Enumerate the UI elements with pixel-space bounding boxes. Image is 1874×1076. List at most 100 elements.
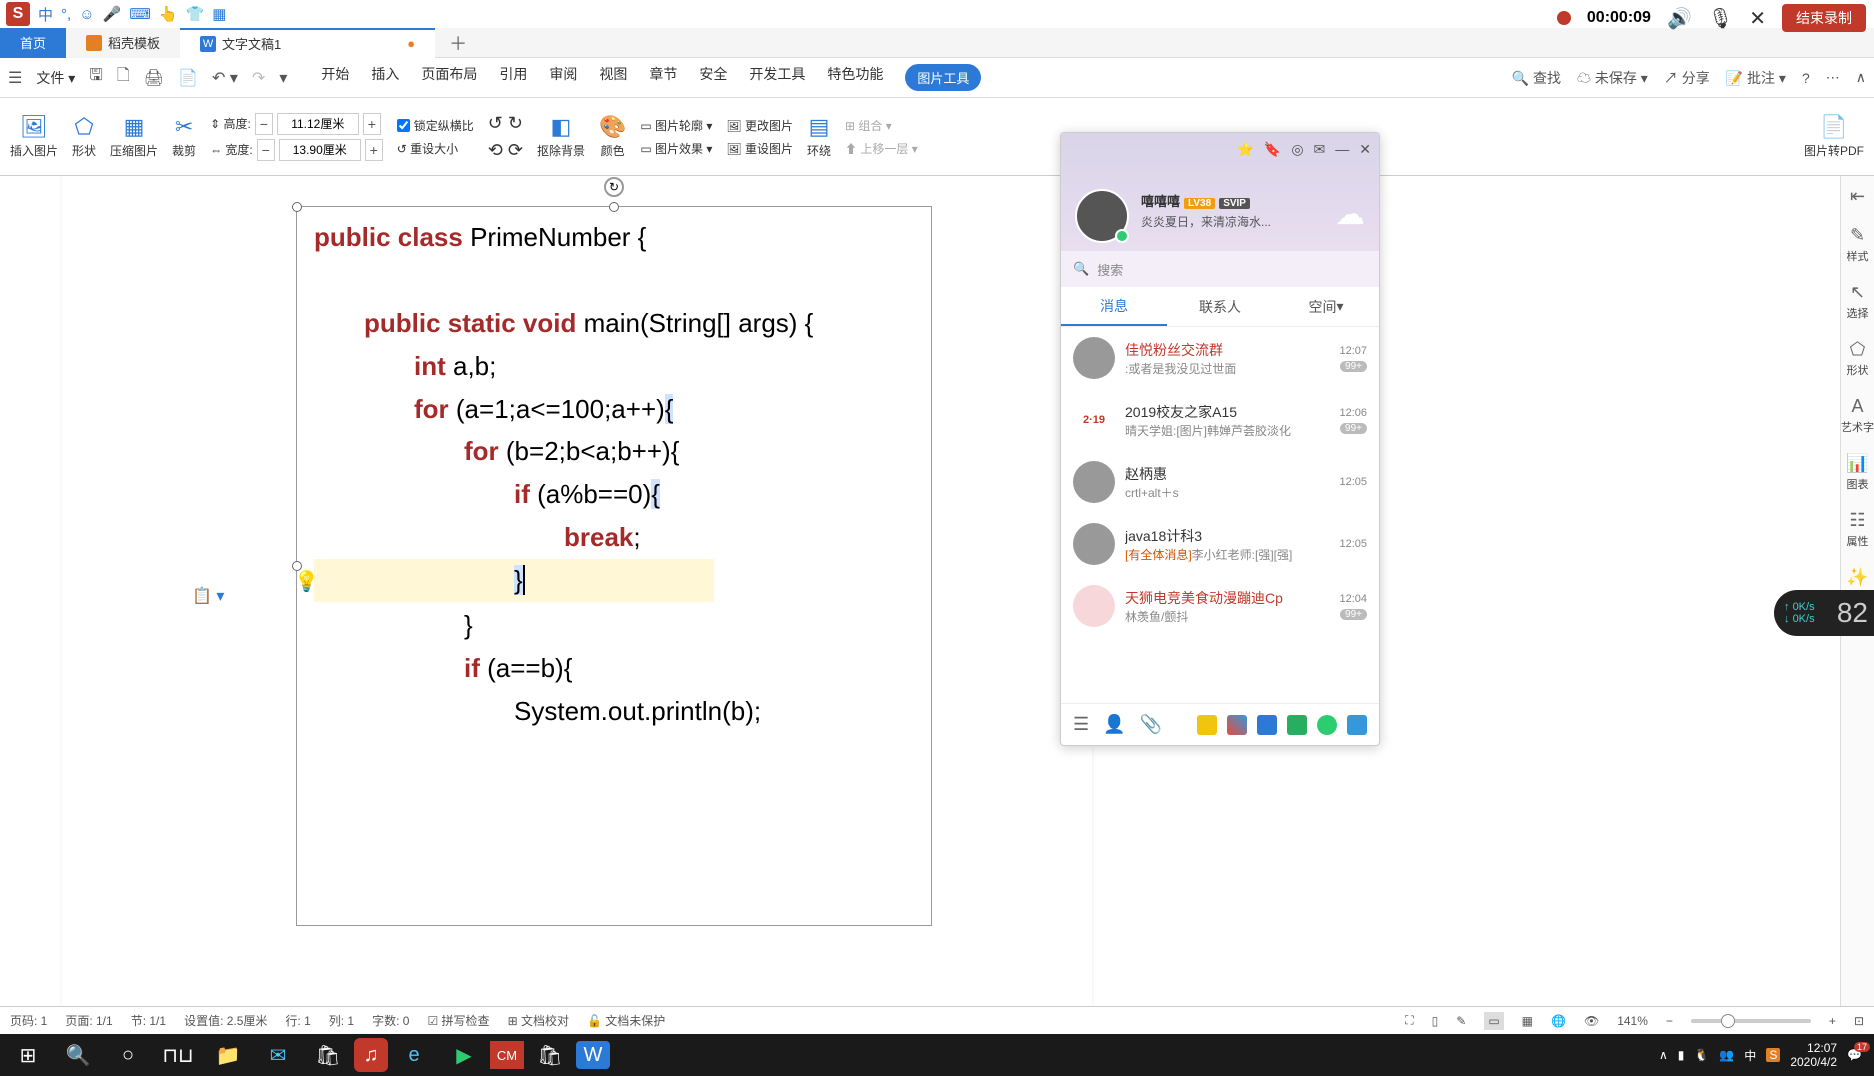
pic-to-pdf-button[interactable]: 📄图片转PDF [1804,114,1864,159]
changepic-button[interactable]: 🖼 更改图片 [726,117,793,134]
menu-insert[interactable]: 插入 [371,64,399,91]
qq-target-icon[interactable]: ◎ [1291,141,1303,158]
panel-style[interactable]: ✎样式 [1847,225,1869,264]
handle-tl[interactable] [292,202,302,212]
moveup-button[interactable]: ⬆ 上移一层 ▾ [845,140,918,157]
edit-icon[interactable]: ✎ [1456,1014,1466,1028]
cm-icon[interactable]: CM [490,1041,524,1069]
rotate-icons[interactable]: ⟲ ⟳ [488,140,523,161]
close-rec-icon[interactable]: ✕ [1749,6,1766,31]
print2-icon[interactable]: 📄 [178,68,198,88]
chat-item[interactable]: 佳悦粉丝交流群:或者是我没见过世面 12:0799+ [1061,327,1379,389]
crop-button[interactable]: ✂裁剪 [172,114,196,159]
zoom-out-button[interactable]: − [1666,1014,1673,1028]
search-tb-icon[interactable]: 🔍 [54,1037,102,1073]
menu-feature[interactable]: 特色功能 [827,64,883,91]
rotate-handle[interactable]: ↻ [604,177,624,197]
panel-prop[interactable]: ☷属性 [1847,510,1869,549]
tray-sogou-icon[interactable]: S [1766,1048,1780,1062]
stop-record-button[interactable]: 结束录制 [1782,4,1866,32]
redo-icon[interactable]: ↷ [252,68,265,88]
menu-chapter[interactable]: 章节 [649,64,677,91]
lock-ratio-checkbox[interactable]: 锁定纵横比 [397,117,474,134]
qq-tab-messages[interactable]: 消息 [1061,287,1167,326]
cortana-icon[interactable]: ○ [104,1037,152,1073]
unsaved-button[interactable]: ☁ 未保存 ▾ [1577,68,1648,88]
document-page[interactable]: ↻ public class PrimeNumber { public stat… [62,176,1092,1034]
taskview-icon[interactable]: ⊓⊔ [154,1037,202,1073]
adduser-icon[interactable]: 👤 [1103,714,1125,735]
chat-item[interactable]: 天狮电竞美食动漫蹦迪Cp林羡鱼/颤抖 12:0499+ [1061,575,1379,637]
qq-status-text[interactable]: 炎炎夏日，来清凉海水... [1141,213,1271,230]
zoom-slider[interactable] [1691,1019,1811,1023]
panel-select[interactable]: ↖选择 [1847,282,1869,321]
hamburger-icon[interactable]: ☰ [8,68,22,88]
panel-art[interactable]: A艺术字 [1841,396,1874,435]
mic2-icon[interactable]: 🎙 [1708,6,1733,31]
menu-view[interactable]: 视图 [599,64,627,91]
status-chars[interactable]: 字数: 0 [372,1012,409,1029]
chat-item[interactable]: 赵柄惠crtl+alt＋s 12:05 [1061,451,1379,513]
hand-icon[interactable]: 👆 [159,5,178,23]
new-tab-button[interactable]: ＋ [435,30,481,56]
start-button[interactable]: ⊞ [4,1037,52,1073]
wps-tb-icon[interactable]: W [576,1041,610,1069]
layout1-icon[interactable]: ▭ [1484,1012,1503,1030]
removebg-button[interactable]: ◧抠除背景 [537,114,585,159]
chat-item[interactable]: java18计科3[有全体消息]李小红老师:[强][强] 12:05 [1061,513,1379,575]
zoom-in-button[interactable]: + [1829,1014,1836,1028]
menu-pictool[interactable]: 图片工具 [905,64,981,91]
width-minus[interactable]: − [257,139,275,161]
smile-icon[interactable]: ☺ [79,6,94,23]
layout2-icon[interactable]: ▦ [1522,1014,1533,1028]
panel-chart[interactable]: 📊图表 [1846,453,1868,492]
net-speed-widget[interactable]: ↑ 0K/s ↓ 0K/s 82 [1774,590,1874,636]
qq-tab-space[interactable]: 空间 ▾ [1273,287,1379,326]
qq-flag-icon[interactable]: 🔖 [1264,141,1281,158]
handle-tc[interactable] [609,202,619,212]
more-icon[interactable]: ⋯ [1826,69,1840,86]
status-section[interactable]: 节: 1/1 [131,1012,166,1029]
menu-safe[interactable]: 安全 [699,64,727,91]
app2-icon[interactable] [1227,715,1247,735]
mic-icon[interactable]: 🎤 [103,5,122,23]
qq-search[interactable]: 🔍搜索 [1061,251,1379,287]
resetpic-button[interactable]: 🖼 重设图片 [726,140,793,157]
help-icon[interactable]: ? [1802,70,1810,86]
app4-icon[interactable] [1287,715,1307,735]
group-button[interactable]: ⊞ 组合 ▾ [845,117,918,134]
compress-button[interactable]: ▦压缩图片 [110,114,158,159]
tray-clock[interactable]: 12:07 2020/4/2 [1790,1041,1837,1070]
print-icon[interactable]: 🖨 [144,68,164,88]
height-minus[interactable]: − [255,113,273,135]
panel-shape[interactable]: ⬠形状 [1847,339,1869,378]
menu-start[interactable]: 开始 [321,64,349,91]
rotate-left-icon[interactable]: ↺ ↻ [488,113,523,134]
wrap-button[interactable]: ▤环绕 [807,114,831,159]
app3-icon[interactable] [1257,715,1277,735]
search-button[interactable]: 🔍 查找 [1512,68,1561,88]
clip-icon[interactable]: 📎 [1140,714,1162,735]
netease-icon[interactable]: ♫ [354,1038,388,1072]
menu-dev[interactable]: 开发工具 [749,64,805,91]
proof-button[interactable]: ⊞ 文档校对 [508,1012,569,1029]
player-icon[interactable]: ▶ [440,1037,488,1073]
page-action-icon[interactable]: 📋 ▾ [192,586,224,606]
annotate-button[interactable]: 📝 批注 ▾ [1726,68,1786,88]
outline-button[interactable]: ▭ 图片轮廓 ▾ [640,117,712,134]
save-icon[interactable]: 🖫 [89,64,103,91]
fullscreen-icon[interactable]: ⛶ [1405,1013,1413,1028]
tray-people-icon[interactable]: 👥 [1719,1048,1734,1062]
undo-icon[interactable]: ↶ ▾ [212,68,238,88]
collapse-icon[interactable]: ∧ [1856,69,1866,86]
tray-notifications-icon[interactable]: 💬17 [1847,1048,1862,1062]
reset-size-button[interactable]: ↺ 重设大小 [397,140,474,157]
speaker-icon[interactable]: 🔊 [1667,6,1692,31]
app6-icon[interactable] [1347,715,1367,735]
qq-chat-list[interactable]: 佳悦粉丝交流群:或者是我没见过世面 12:0799+ 2·19 2019校友之家… [1061,327,1379,685]
height-input[interactable] [277,113,359,135]
fit-icon[interactable]: ⊡ [1854,1014,1864,1028]
tab-document[interactable]: W文字文稿1● [180,28,435,58]
qq-mail-icon[interactable]: ✉ [1314,141,1326,158]
tray-battery-icon[interactable]: ▮ [1678,1048,1685,1062]
